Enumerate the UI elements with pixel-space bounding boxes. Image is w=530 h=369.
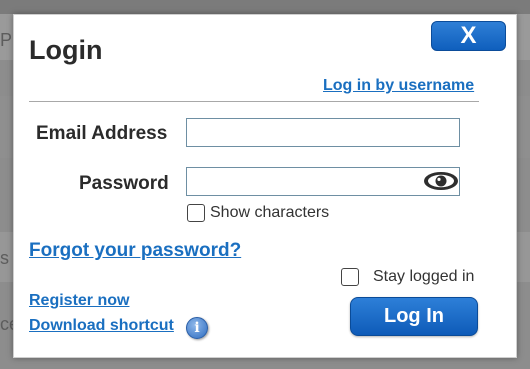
password-label: Password <box>79 173 169 194</box>
close-button[interactable]: X <box>431 21 506 51</box>
divider <box>29 101 479 102</box>
show-characters-label: Show characters <box>210 204 330 221</box>
stay-logged-in-label: Stay logged in <box>373 268 475 285</box>
close-icon: X <box>460 22 477 49</box>
login-button[interactable]: Log In <box>350 297 478 336</box>
email-label: Email Address <box>36 123 168 144</box>
eye-icon[interactable] <box>422 171 460 191</box>
login-dialog: X Login Log in by username Email Address… <box>13 14 517 358</box>
show-characters-checkbox[interactable] <box>187 204 205 222</box>
stay-logged-in-checkbox[interactable] <box>341 268 359 286</box>
info-icon[interactable]: i <box>186 317 208 339</box>
register-now-link[interactable]: Register now <box>29 292 129 310</box>
forgot-password-link[interactable]: Forgot your password? <box>29 240 241 262</box>
password-field[interactable] <box>186 167 460 196</box>
background-text-fragment: s <box>0 248 9 268</box>
background-top-bar <box>0 0 530 14</box>
email-field[interactable] <box>186 118 460 147</box>
download-shortcut-link[interactable]: Download shortcut <box>29 317 174 335</box>
dialog-title: Login <box>29 35 103 65</box>
info-icon-glyph: i <box>194 320 200 336</box>
login-by-username-link[interactable]: Log in by username <box>323 77 474 95</box>
